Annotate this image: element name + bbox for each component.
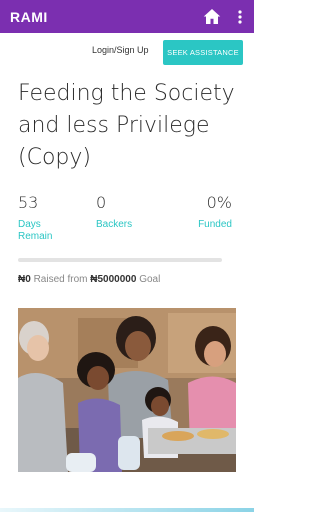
stat-label: Funded xyxy=(198,219,232,230)
app-brand[interactable]: RAMI xyxy=(10,9,202,25)
goal-amount: ₦5000000 xyxy=(90,274,137,285)
raised-summary: ₦0 Raised from ₦5000000 Goal xyxy=(18,274,160,285)
stat-value: 53 xyxy=(18,193,39,212)
stat-days-remain: 53 Days Remain xyxy=(18,193,68,243)
stat-value: 0 xyxy=(96,193,107,212)
top-actions: Login/Sign Up SEEK ASSISTANCE xyxy=(0,40,254,66)
campaign-title: Feeding the Society and less Privilege (… xyxy=(18,81,235,170)
login-signup-link[interactable]: Login/Sign Up xyxy=(92,45,149,55)
stat-backers: 0 Backers xyxy=(96,193,132,231)
raised-amount: ₦0 xyxy=(18,274,31,285)
bottom-accent-line xyxy=(0,508,254,512)
funding-progress-bar xyxy=(18,258,222,262)
seek-assistance-button[interactable]: SEEK ASSISTANCE xyxy=(163,40,243,65)
stat-label: Backers xyxy=(96,219,133,230)
stat-value: 0% xyxy=(206,193,232,212)
more-vert-icon[interactable] xyxy=(236,7,244,27)
home-icon[interactable] xyxy=(202,7,222,27)
raised-text: Raised from xyxy=(33,274,88,285)
campaign-stats: 53 Days Remain 0 Backers 0% Funded xyxy=(18,193,232,253)
app-bar: RAMI xyxy=(0,0,254,33)
stat-funded: 0% Funded xyxy=(198,193,232,231)
stat-label: Days Remain xyxy=(18,219,53,242)
campaign-photo xyxy=(18,308,236,472)
goal-text: Goal xyxy=(139,274,161,285)
